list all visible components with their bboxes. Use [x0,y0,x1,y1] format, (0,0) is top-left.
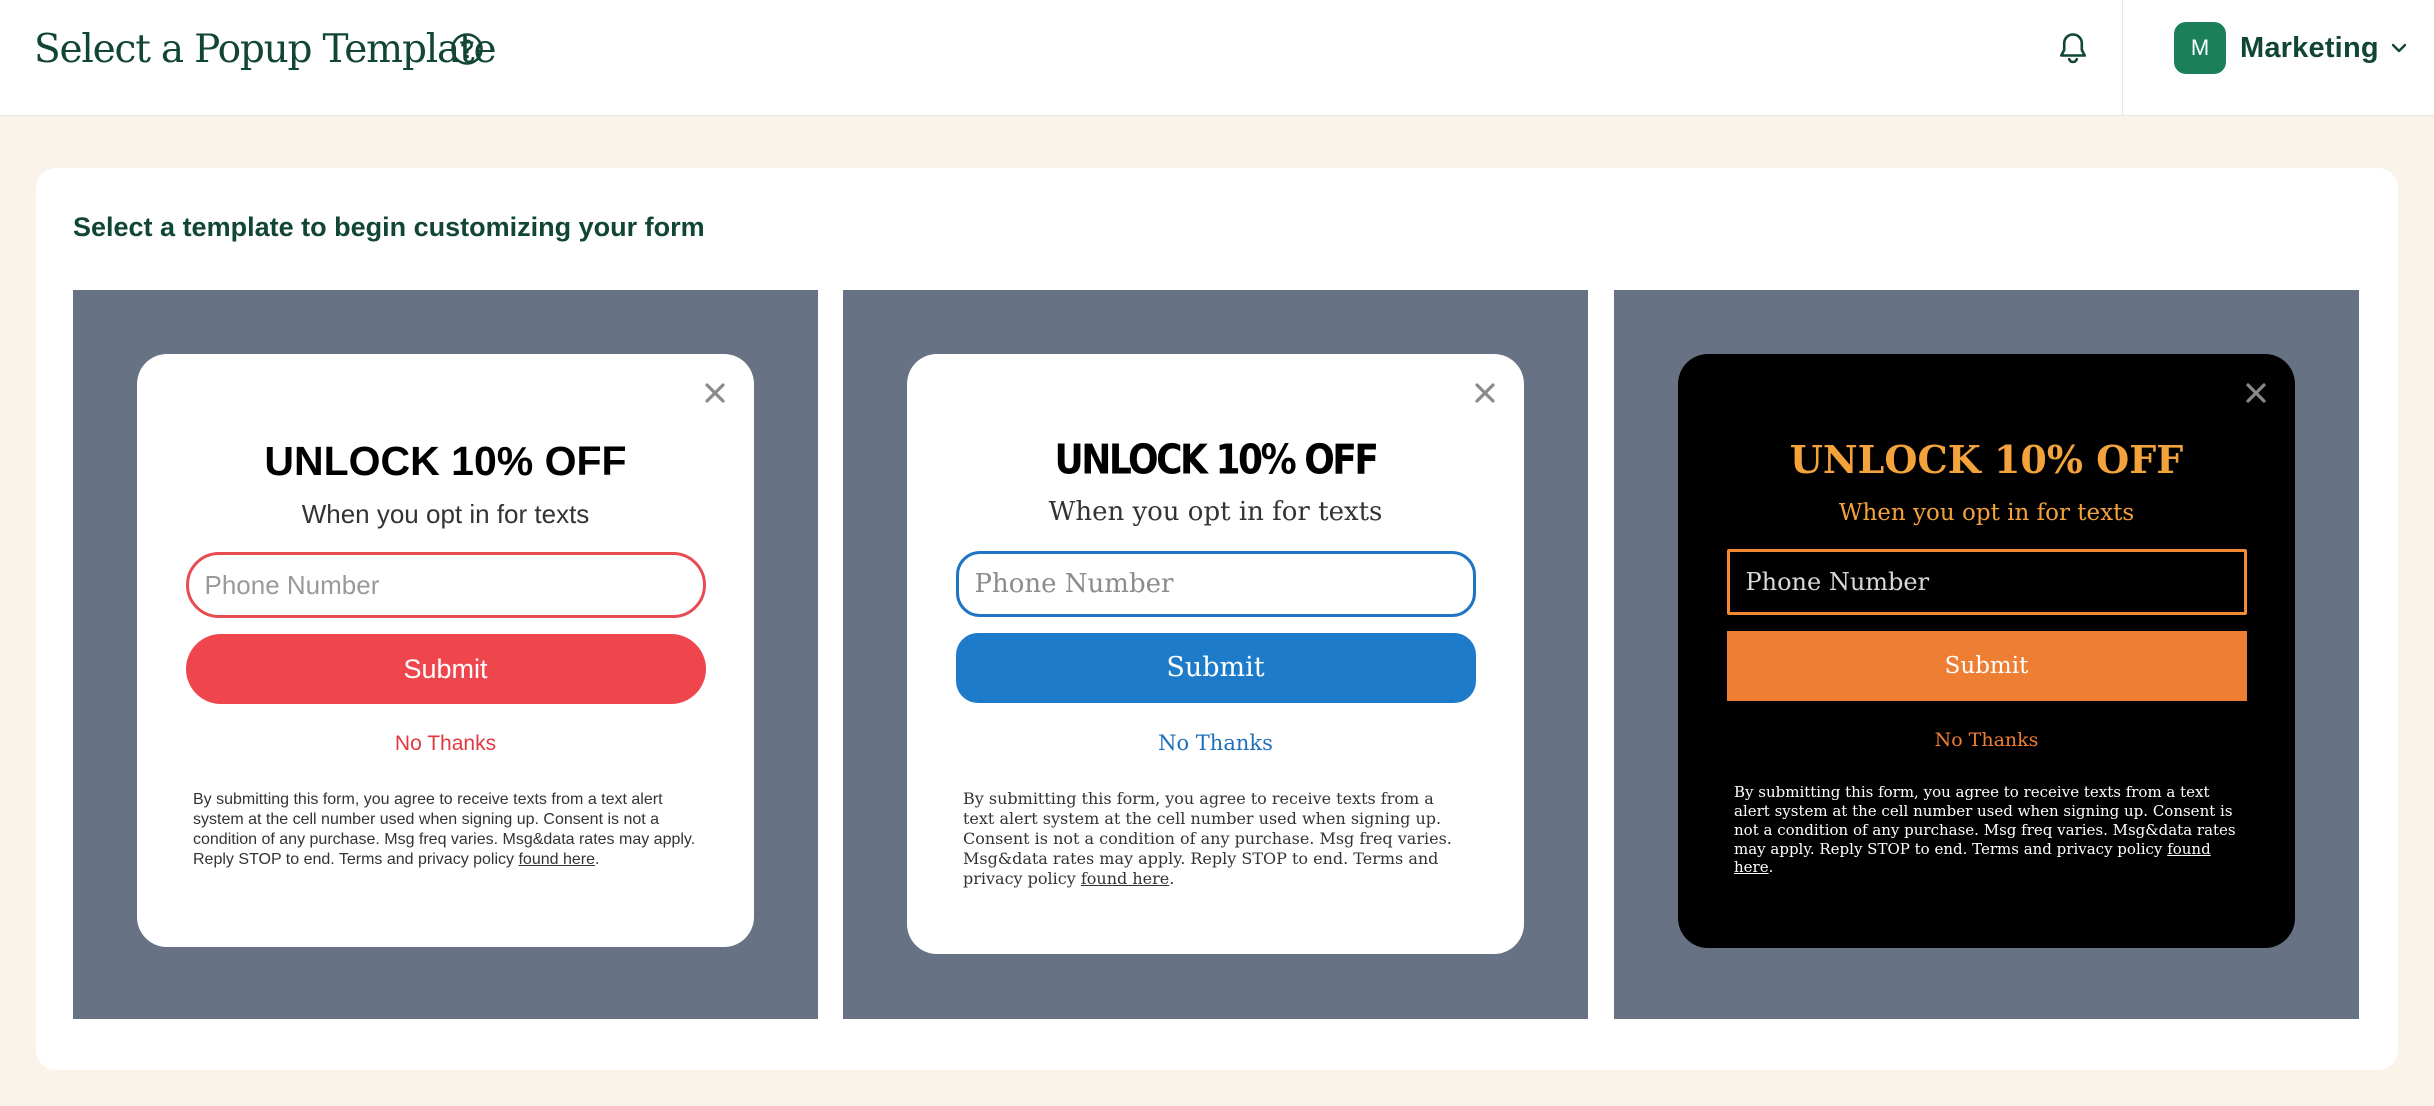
chevron-down-icon [2391,43,2406,53]
header-divider [2122,0,2123,116]
popup-preview: UNLOCK 10% OFF When you opt in for texts… [907,354,1524,954]
popup-headline: UNLOCK 10% OFF [264,438,627,484]
popup-headline: UNLOCK 10% OFF [1054,436,1379,485]
template-option-1[interactable]: UNLOCK 10% OFF When you opt in for texts… [73,290,818,1019]
legal-end: . [1768,858,1774,877]
template-picker-card: Select a template to begin customizing y… [36,168,2398,1070]
popup-tagline: When you opt in for texts [1838,499,2135,526]
legal-disclaimer: By submitting this form, you agree to re… [193,790,698,870]
account-name: Marketing [2240,31,2379,64]
close-icon[interactable] [1474,382,1496,404]
no-thanks-link[interactable]: No Thanks [1678,729,2295,751]
legal-disclaimer: By submitting this form, you agree to re… [1734,783,2239,877]
popup-headline: UNLOCK 10% OFF [1789,437,2184,482]
submit-button[interactable]: Submit [955,632,1476,703]
popup-preview: UNLOCK 10% OFF When you opt in for texts… [137,354,754,947]
phone-number-input[interactable] [1726,549,2247,616]
legal-end: . [595,851,600,869]
no-thanks-link[interactable]: No Thanks [907,731,1524,755]
popup-tagline: When you opt in for texts [301,499,590,530]
section-subtitle: Select a template to begin customizing y… [73,212,705,242]
legal-text: By submitting this form, you agree to re… [963,788,1452,888]
close-icon[interactable] [2245,382,2267,404]
legal-end: . [1169,868,1175,888]
bell-icon[interactable] [2056,30,2090,66]
phone-number-input[interactable] [185,552,706,619]
template-option-2[interactable]: UNLOCK 10% OFF When you opt in for texts… [843,290,1588,1019]
page-title: Select a Popup Template [34,27,497,72]
legal-disclaimer: By submitting this form, you agree to re… [963,789,1468,889]
account-menu[interactable]: M Marketing [2174,22,2409,74]
avatar: M [2174,22,2226,74]
top-bar: Select a Popup Template M Marketing [0,0,2434,116]
popup-tagline: When you opt in for texts [1048,497,1383,528]
close-icon[interactable] [704,382,726,404]
submit-button[interactable]: Submit [1726,631,2247,702]
privacy-policy-link[interactable]: found here [1081,869,1169,888]
phone-number-input[interactable] [955,550,1476,617]
popup-preview: UNLOCK 10% OFF When you opt in for texts… [1678,354,2295,948]
help-circle-icon[interactable] [450,32,484,66]
submit-button[interactable]: Submit [185,634,706,705]
privacy-policy-link[interactable]: found here [518,851,595,868]
template-option-3[interactable]: UNLOCK 10% OFF When you opt in for texts… [1614,290,2359,1019]
legal-text: By submitting this form, you agree to re… [1734,783,2236,858]
legal-text: By submitting this form, you agree to re… [193,791,696,869]
no-thanks-link[interactable]: No Thanks [137,732,754,756]
